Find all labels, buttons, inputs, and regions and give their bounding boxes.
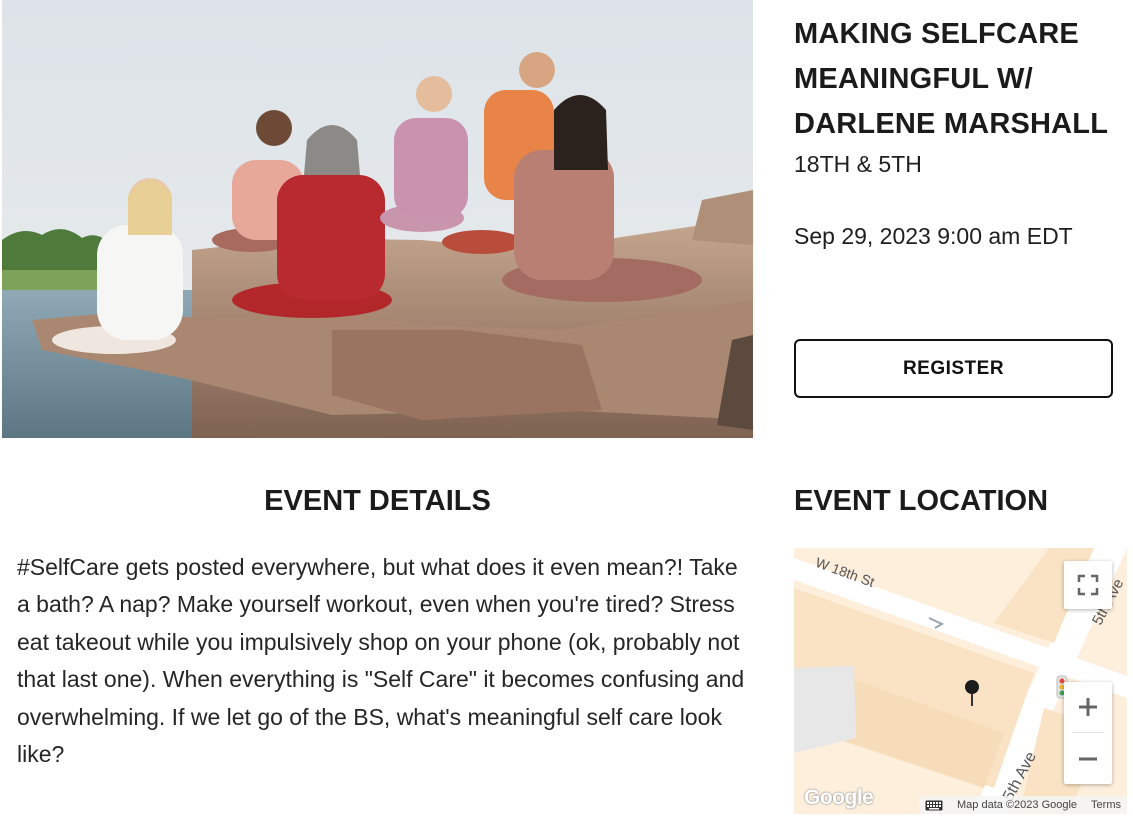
event-info: MAKING SELFCARE MEANINGFUL W/ DARLENE MA… [794,12,1114,253]
register-button[interactable]: REGISTER [794,339,1113,398]
map-zoom-controls [1064,682,1112,784]
event-location-heading: EVENT LOCATION [794,485,1049,517]
event-venue: 18TH & 5TH [794,151,922,177]
zoom-divider [1072,732,1104,733]
map-zoom-in-button[interactable] [1064,682,1112,732]
map-fullscreen-button[interactable] [1064,561,1112,609]
event-description: #SelfCare gets posted everywhere, but wh… [17,554,745,768]
fullscreen-icon [1077,574,1099,596]
yoga-group-photo [2,0,753,438]
event-datetime: Sep 29, 2023 9:00 am EDT [794,223,1073,249]
event-details-heading: EVENT DETAILS [264,485,491,517]
map-attribution: Google Map data ©2023 Google Terms [794,786,1127,814]
event-map[interactable]: W 18th St 5th Ave 5th Ave Google Map dat… [794,548,1127,814]
google-logo[interactable]: Google [804,786,874,810]
map-terms-link[interactable]: Terms [1091,799,1121,811]
map-zoom-out-button[interactable] [1064,734,1112,784]
plus-icon [1079,698,1097,716]
map-data-attribution: Map data ©2023 Google [957,799,1078,811]
keyboard-icon[interactable] [925,800,943,811]
event-title: MAKING SELFCARE MEANINGFUL W/ DARLENE MA… [794,18,1109,140]
minus-icon [1079,757,1097,761]
map-attribution-bar: Map data ©2023 Google Terms [919,796,1127,814]
event-page: MAKING SELFCARE MEANINGFUL W/ DARLENE MA… [0,0,1133,820]
hero-image [2,0,753,438]
